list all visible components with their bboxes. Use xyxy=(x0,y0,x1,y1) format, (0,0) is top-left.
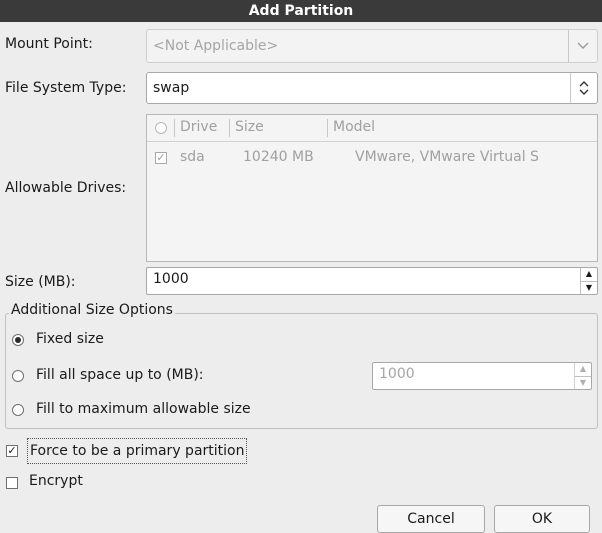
spin-arrows-icon[interactable]: ▲ ▼ xyxy=(574,363,591,389)
encrypt-checkbox[interactable] xyxy=(6,477,18,489)
size-label: Size (MB): xyxy=(5,274,76,290)
col-model[interactable]: Model xyxy=(333,119,375,135)
fill-upto-spin[interactable]: 1000 ▲ ▼ xyxy=(372,362,592,390)
ok-button[interactable]: OK xyxy=(494,505,590,533)
fill-max-label[interactable]: Fill to maximum allowable size xyxy=(36,401,251,417)
drives-list[interactable]: Drive Size Model ✓ sda 10240 MB VMware, … xyxy=(146,114,598,262)
size-value: 1000 xyxy=(153,271,189,287)
fill-upto-label[interactable]: Fill all space up to (MB): xyxy=(36,367,204,383)
fs-type-value: swap xyxy=(153,80,190,96)
window-title: Add Partition xyxy=(0,0,602,22)
chevron-down-icon xyxy=(568,30,597,62)
fill-upto-value: 1000 xyxy=(379,366,415,382)
col-size[interactable]: Size xyxy=(235,119,264,135)
fill-max-radio[interactable] xyxy=(12,404,24,416)
fixed-size-radio[interactable] xyxy=(12,334,24,346)
fs-type-combo[interactable]: swap xyxy=(146,72,598,104)
fs-type-label: File System Type: xyxy=(5,80,127,96)
table-row[interactable]: ✓ sda 10240 MB VMware, VMware Virtual S xyxy=(147,147,597,169)
spin-arrows-icon[interactable]: ▲ ▼ xyxy=(580,268,597,294)
mount-point-combo[interactable]: <Not Applicable> xyxy=(146,29,598,63)
drive-name: sda xyxy=(180,149,205,165)
encrypt-label[interactable]: Encrypt xyxy=(29,473,83,489)
col-drive[interactable]: Drive xyxy=(180,119,217,135)
size-options-title: Additional Size Options xyxy=(9,302,175,318)
size-spin[interactable]: 1000 ▲ ▼ xyxy=(146,267,598,295)
primary-checkbox[interactable]: ✓ xyxy=(6,445,18,457)
select-column-icon xyxy=(155,122,167,134)
drive-model: VMware, VMware Virtual S xyxy=(355,149,539,165)
primary-label[interactable]: Force to be a primary partition xyxy=(27,438,248,464)
drives-header: Drive Size Model xyxy=(147,115,597,142)
fixed-size-label[interactable]: Fixed size xyxy=(36,331,104,347)
mount-point-value: <Not Applicable> xyxy=(153,38,279,54)
drive-checkbox[interactable]: ✓ xyxy=(155,152,167,164)
cancel-button[interactable]: Cancel xyxy=(377,505,485,533)
fill-upto-radio[interactable] xyxy=(12,370,24,382)
drives-label: Allowable Drives: xyxy=(5,180,127,196)
updown-arrows-icon xyxy=(570,73,597,103)
mount-point-label: Mount Point: xyxy=(5,36,93,52)
drive-size: 10240 MB xyxy=(243,149,314,165)
